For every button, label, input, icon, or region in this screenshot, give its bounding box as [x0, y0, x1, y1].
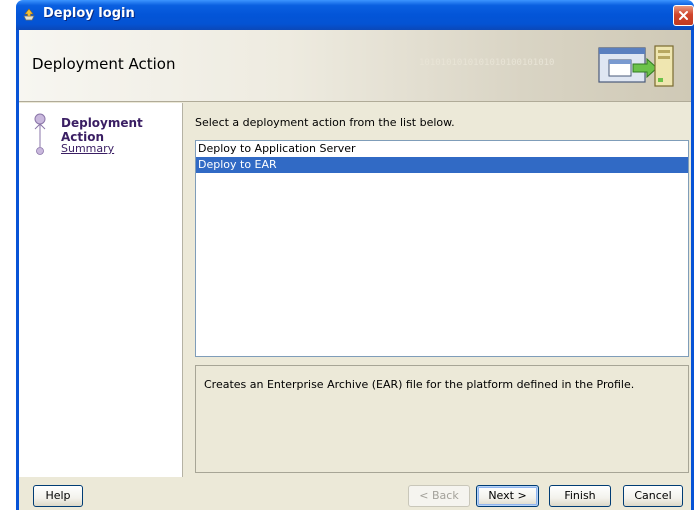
- instruction-text: Select a deployment action from the list…: [195, 116, 455, 129]
- close-icon: [679, 11, 688, 20]
- step-summary[interactable]: Summary: [61, 142, 114, 155]
- deploy-app-icon: [23, 8, 35, 21]
- window-title: Deploy login: [43, 6, 135, 21]
- deployment-action-list[interactable]: Deploy to Application Server Deploy to E…: [195, 140, 689, 357]
- close-button[interactable]: [673, 5, 694, 26]
- main-content: Select a deployment action from the list…: [184, 103, 691, 477]
- wizard-header: Deployment Action 1010101010101010100101…: [19, 30, 691, 102]
- header-title: Deployment Action: [32, 55, 176, 73]
- deploy-windows-icon: [598, 45, 674, 87]
- title-bar[interactable]: Deploy login: [16, 0, 694, 30]
- next-button[interactable]: Next >: [476, 485, 539, 507]
- cancel-button[interactable]: Cancel: [623, 485, 683, 507]
- step-dot-icon: [36, 141, 44, 155]
- list-item-deploy-to-ear[interactable]: Deploy to EAR: [196, 157, 688, 173]
- description-text: Creates an Enterprise Archive (EAR) file…: [204, 378, 635, 391]
- dialog-window: Deploy login Deployment Action 101010101…: [0, 0, 696, 510]
- description-box: Creates an Enterprise Archive (EAR) file…: [195, 365, 689, 473]
- back-button[interactable]: < Back: [408, 485, 470, 507]
- step-deployment-action: Deployment Action: [61, 116, 143, 144]
- list-item-deploy-to-application-server[interactable]: Deploy to Application Server: [196, 141, 688, 157]
- header-decoration: 1010101010101010100101010: [419, 58, 555, 68]
- button-bar: Help < Back Next > Finish Cancel: [19, 477, 691, 510]
- steps-panel: Deployment Action Summary: [19, 103, 183, 477]
- step-progress-icon: [34, 113, 46, 143]
- help-button[interactable]: Help: [33, 485, 83, 507]
- finish-button[interactable]: Finish: [549, 485, 611, 507]
